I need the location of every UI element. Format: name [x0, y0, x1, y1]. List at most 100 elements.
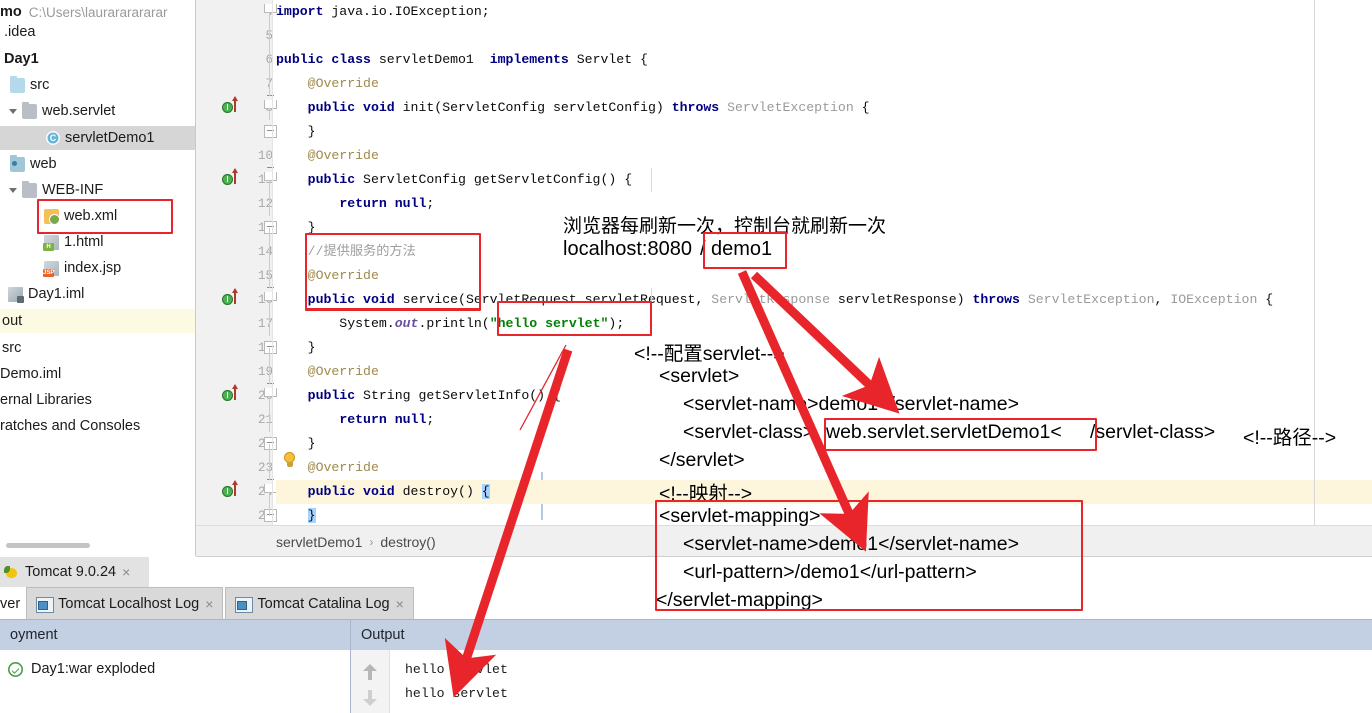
sidebar-item-src[interactable]: src [0, 73, 196, 97]
code-line[interactable]: } [276, 432, 1372, 456]
editor-gutter[interactable]: 4 5 6 7 8 9 10 11 12 13 14 15 16 17 18 1… [196, 0, 295, 525]
sidebar-item-out[interactable]: out [0, 309, 196, 333]
scroll-down-icon[interactable] [363, 690, 377, 706]
sidebar-item-web-servlet[interactable]: web.servlet [0, 99, 196, 123]
breadcrumb-member[interactable]: destroy() [380, 534, 435, 550]
output-console[interactable]: hello servlet hello servlet [351, 650, 1372, 713]
code-line[interactable]: @Override [276, 144, 1372, 168]
subtab-server-partial[interactable]: ver [0, 596, 26, 619]
sidebar-item-web[interactable]: web [0, 152, 196, 176]
run-tab-strip[interactable]: Tomcat 9.0.24 × [0, 557, 1372, 587]
sidebar-item-1-html[interactable]: H 1.html [0, 230, 196, 254]
deployment-row[interactable]: Day1:war exploded [0, 656, 350, 682]
run-override-gutter-icon[interactable] [222, 384, 246, 408]
indent-guide [651, 288, 652, 336]
sidebar-item-external-libraries[interactable]: ernal Libraries [0, 388, 196, 412]
output-pane-header: Output [351, 619, 1372, 651]
line-number: 10 [257, 149, 273, 163]
code-line[interactable]: System.out.println("hello servlet"); [276, 312, 1372, 336]
code-line[interactable]: public void service(ServletRequest servl… [276, 288, 1372, 312]
breadcrumb-class[interactable]: servletDemo1 [276, 534, 362, 550]
sidebar-item-label: web [30, 156, 57, 172]
project-tool-window[interactable]: mo C:\Users\laurararararar .idea Day1 sr… [0, 0, 196, 556]
sidebar-item-src-2[interactable]: src [0, 336, 196, 360]
run-override-gutter-icon[interactable] [222, 96, 246, 120]
code-line[interactable]: import java.io.IOException; [276, 0, 1372, 24]
code-line[interactable]: public ServletConfig getServletConfig() … [276, 168, 1372, 192]
code-line[interactable]: } [276, 216, 1372, 240]
run-tab-label: Tomcat 9.0.24 [25, 564, 117, 580]
deployment-list[interactable]: Day1:war exploded [0, 650, 350, 713]
code-text-area[interactable]: import java.io.IOException; public class… [273, 0, 1372, 525]
code-line-current[interactable]: public void destroy() { [276, 480, 1372, 504]
log-icon [36, 596, 55, 613]
run-override-gutter-icon[interactable] [222, 168, 246, 192]
iml-file-icon [8, 286, 24, 303]
subtab-label: Tomcat Localhost Log [58, 595, 200, 612]
sidebar-item-servletdemo1[interactable]: C servletDemo1 [0, 126, 196, 150]
output-line: hello servlet [405, 662, 508, 677]
code-editor[interactable]: 4 5 6 7 8 9 10 11 12 13 14 15 16 17 18 1… [196, 0, 1372, 525]
project-name-label: mo [0, 4, 22, 20]
fold-region-line [269, 300, 270, 336]
sidebar-item-scratches-and-consoles[interactable]: ratches and Consoles [0, 414, 196, 438]
sidebar-item-label: Day1.iml [28, 286, 85, 302]
sidebar-item-label: src [2, 340, 22, 356]
breadcrumb[interactable]: servletDemo1 › destroy() [196, 525, 1372, 557]
fold-region-line [269, 228, 270, 288]
sidebar-item-label: ratches and Consoles [0, 418, 141, 434]
code-line[interactable]: return null; [276, 192, 1372, 216]
code-line[interactable]: @Override [276, 72, 1372, 96]
close-icon[interactable]: × [122, 565, 130, 579]
code-line[interactable]: @Override [276, 456, 1372, 480]
sidebar-item-label: index.jsp [64, 260, 122, 276]
sidebar-item-label: ernal Libraries [0, 392, 92, 408]
output-gutter[interactable] [351, 650, 390, 713]
log-subtab-strip[interactable]: ver Tomcat Localhost Log × Tomcat Catali… [0, 587, 1372, 619]
project-path-label: C:\Users\laurararararar [28, 4, 168, 20]
fold-region-line [269, 180, 270, 216]
code-line[interactable]: public class servletDemo1 implements Ser… [276, 48, 1372, 72]
output-line: hello servlet [405, 686, 508, 701]
chevron-down-icon[interactable] [8, 185, 19, 196]
close-icon[interactable]: × [396, 597, 404, 611]
sidebar-item-idea[interactable]: .idea [0, 20, 196, 44]
right-margin-line [1314, 0, 1315, 525]
jsp-file-icon: JSP [43, 260, 59, 277]
code-line[interactable] [276, 24, 1372, 48]
sidebar-item-demo-iml[interactable]: Demo.iml [0, 362, 196, 386]
sidebar-item-label: out [2, 313, 23, 329]
run-override-gutter-icon[interactable] [222, 288, 246, 312]
code-line[interactable]: public String getServletInfo() { [276, 384, 1372, 408]
run-override-gutter-icon[interactable] [222, 480, 246, 504]
code-line[interactable]: } [276, 120, 1372, 144]
tab-tomcat-9-0-24[interactable]: Tomcat 9.0.24 × [0, 557, 149, 587]
chevron-right-icon: › [369, 534, 374, 549]
code-line[interactable]: } [276, 504, 1372, 525]
xml-file-icon [44, 208, 60, 225]
sidebar-item-label: servletDemo1 [65, 130, 155, 146]
sidebar-item-day1[interactable]: Day1 [0, 47, 196, 71]
scroll-up-icon[interactable] [363, 664, 377, 680]
sidebar-item-day1-iml[interactable]: Day1.iml [0, 282, 196, 306]
sidebar-item-index-jsp[interactable]: JSP index.jsp [0, 256, 196, 280]
sidebar-horizontal-scrollbar[interactable] [6, 543, 90, 548]
code-line[interactable]: public void init(ServletConfig servletCo… [276, 96, 1372, 120]
tab-tomcat-localhost-log[interactable]: Tomcat Localhost Log × [26, 587, 224, 619]
close-icon[interactable]: × [205, 597, 213, 611]
code-line[interactable]: @Override [276, 264, 1372, 288]
chevron-down-icon[interactable] [8, 106, 19, 117]
code-line[interactable]: return null; [276, 408, 1372, 432]
code-line[interactable]: //提供服务的方法 [276, 240, 1372, 264]
sidebar-item-web-xml[interactable]: web.xml [0, 204, 196, 228]
sidebar-item-label: .idea [4, 24, 36, 40]
html-file-icon: H [43, 234, 59, 251]
run-tool-window[interactable]: Tomcat 9.0.24 × ver Tomcat Localhost Log… [0, 557, 1372, 713]
code-line[interactable]: } [276, 336, 1372, 360]
sidebar-item-web-inf[interactable]: WEB-INF [0, 178, 196, 202]
code-line[interactable]: @Override [276, 360, 1372, 384]
check-circle-icon [8, 662, 23, 677]
folder-icon [10, 75, 25, 93]
tab-tomcat-catalina-log[interactable]: Tomcat Catalina Log × [225, 587, 414, 619]
sidebar-item-label: web.servlet [42, 103, 116, 119]
